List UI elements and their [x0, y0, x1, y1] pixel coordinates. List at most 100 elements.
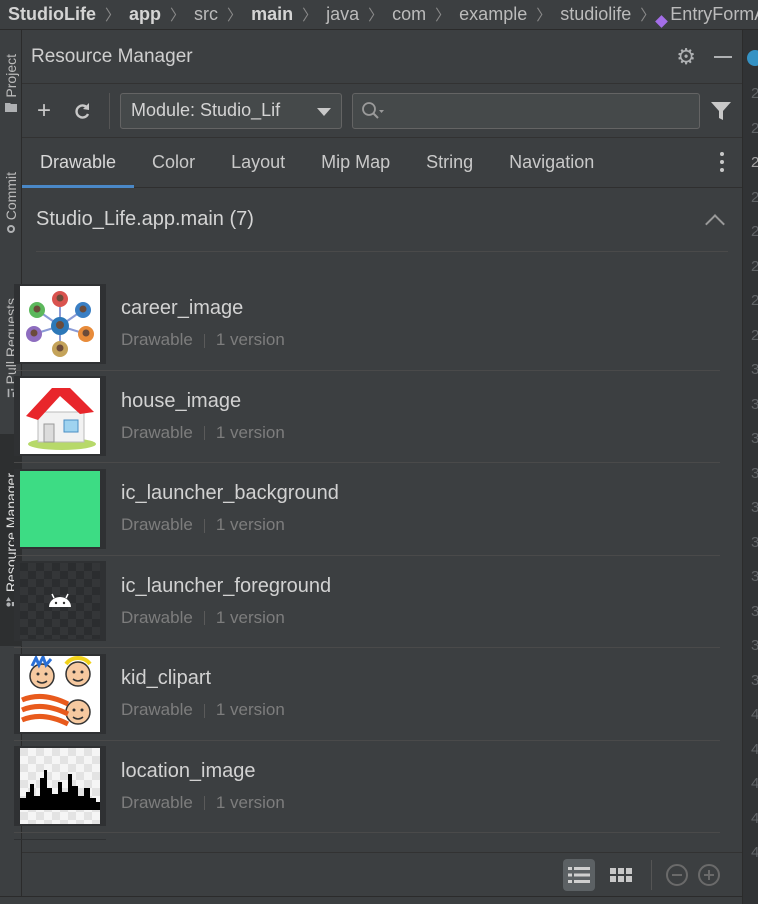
resource-item[interactable]: kid_clipart Drawable 1 version	[14, 648, 720, 741]
line-number: 4	[751, 706, 758, 723]
line-number: 2	[751, 223, 758, 240]
chevron-up-icon[interactable]	[705, 213, 725, 234]
resource-type: Drawable	[121, 515, 193, 535]
breadcrumb-item[interactable]: EntryFormA	[670, 4, 758, 25]
resource-item[interactable]: career_image Drawable 1 version	[14, 278, 720, 371]
chevron-right-icon: 〉	[302, 7, 318, 24]
list-view-button[interactable]	[563, 858, 595, 891]
resource-thumbnail	[14, 653, 106, 734]
chevron-right-icon: 〉	[105, 7, 121, 24]
line-number: 2	[751, 154, 758, 171]
chevron-right-icon: 〉	[368, 7, 384, 24]
resource-thumbnail	[14, 283, 106, 364]
tab-string[interactable]: String	[408, 138, 491, 187]
resource-name: career_image	[121, 297, 244, 320]
folder-icon	[5, 102, 17, 112]
line-number: 4	[751, 844, 758, 861]
search-icon	[362, 101, 384, 119]
resource-list: career_image Drawable 1 version house_image…	[14, 278, 720, 840]
resource-thumbnail	[14, 746, 106, 827]
resource-item[interactable]: house_image Drawable 1 version	[14, 371, 720, 463]
breadcrumb-item[interactable]: studiolife	[560, 4, 631, 25]
module-select[interactable]: Module: Studio_Lif	[120, 92, 342, 129]
refresh-icon[interactable]	[69, 98, 95, 124]
resource-meta: Drawable 1 version	[121, 423, 285, 443]
meta-divider	[203, 611, 205, 626]
line-number: 3	[751, 465, 758, 482]
resource-thumbnail	[14, 561, 106, 642]
meta-divider	[203, 518, 205, 533]
resource-versions: 1 version	[215, 700, 285, 720]
section-header[interactable]: Studio_Life.app.main (7)	[36, 188, 728, 252]
line-number: 3	[751, 396, 758, 413]
tab-color[interactable]: Color	[134, 138, 213, 187]
resource-versions: 1 version	[215, 515, 285, 535]
tab-layout[interactable]: Layout	[213, 138, 303, 187]
meta-divider	[203, 703, 205, 718]
panel-title: Resource Manager	[31, 45, 193, 67]
chevron-right-icon: 〉	[435, 7, 451, 24]
resource-type-tabs: Drawable Color Layout Mip Map String Navigati…	[22, 138, 742, 188]
minimize-icon[interactable]	[714, 55, 732, 58]
breadcrumb-item[interactable]: example	[459, 4, 527, 25]
section-title: Studio_Life.app.main (7)	[36, 208, 254, 230]
breadcrumb-item[interactable]: app	[129, 4, 161, 25]
resource-meta: Drawable 1 version	[121, 793, 285, 813]
search-input[interactable]	[352, 92, 700, 129]
line-number: 2	[751, 120, 758, 137]
module-select-value: Module: Studio_Lif	[131, 100, 281, 120]
grid-view-button[interactable]	[605, 859, 637, 891]
line-number: 3	[751, 603, 758, 620]
resource-meta: Drawable 1 version	[121, 515, 339, 535]
resource-type: Drawable	[121, 607, 193, 627]
resource-item[interactable]: ic_launcher_background Drawable 1 version	[14, 463, 720, 556]
breadcrumb-item[interactable]: src	[194, 4, 218, 25]
breadcrumb-item[interactable]: com	[392, 4, 426, 25]
tab-mip-map[interactable]: Mip Map	[303, 138, 408, 187]
resource-versions: 1 version	[215, 422, 285, 442]
resource-type: Drawable	[121, 422, 193, 442]
resource-type: Drawable	[121, 792, 193, 812]
chevron-right-icon: 〉	[536, 7, 552, 24]
chevron-right-icon: 〉	[227, 7, 243, 24]
resource-thumbnail	[14, 468, 106, 549]
breadcrumb-item[interactable]: java	[326, 4, 359, 25]
tab-navigation[interactable]: Navigation	[491, 138, 612, 187]
breadcrumb-item[interactable]: StudioLife	[8, 4, 96, 25]
bottom-bar	[22, 852, 742, 896]
resource-name: location_image	[121, 759, 256, 782]
tool-tab-commit[interactable]: Commit	[0, 158, 22, 248]
meta-divider	[203, 796, 205, 811]
grid-view-icon	[610, 867, 632, 882]
resource-thumbnail	[14, 838, 106, 840]
resource-meta: Drawable 1 version	[121, 608, 331, 628]
line-number: 3	[751, 637, 758, 654]
resource-item[interactable]: location_image Drawable 1 version	[14, 741, 720, 833]
resource-name: ic_launcher_background	[121, 482, 339, 505]
line-number: 2	[751, 258, 758, 275]
editor-gutter: 2 2 2 2 2 2 2 2 3 3 3 3 3 3 3 3 3 3 4 4 4 4 4	[742, 30, 758, 904]
gear-icon[interactable]: ⚙	[676, 44, 696, 70]
add-icon[interactable]: +	[31, 97, 57, 124]
tool-tab-label: Commit	[3, 171, 19, 221]
meta-divider	[203, 426, 205, 441]
zoom-in-icon[interactable]	[698, 863, 720, 886]
tool-tab-project[interactable]: Project	[0, 38, 22, 128]
line-number: 3	[751, 430, 758, 447]
breadcrumb-item[interactable]: main	[251, 4, 293, 25]
resource-item[interactable]: ic_launcher_foreground Drawable 1 version	[14, 556, 720, 648]
resource-versions: 1 version	[215, 792, 285, 812]
line-number: 3	[751, 672, 758, 689]
line-number: 4	[751, 775, 758, 792]
zoom-out-icon[interactable]	[666, 863, 688, 886]
resource-item[interactable]	[14, 833, 720, 840]
filter-icon[interactable]	[710, 100, 732, 122]
line-number: 2	[751, 327, 758, 344]
line-number: 4	[751, 741, 758, 758]
line-number: 2	[751, 292, 758, 309]
file-icon	[747, 50, 758, 66]
meta-divider	[203, 333, 205, 348]
tab-drawable[interactable]: Drawable	[22, 138, 135, 188]
more-options-icon[interactable]	[720, 152, 726, 172]
resource-name: ic_launcher_foreground	[121, 574, 332, 597]
